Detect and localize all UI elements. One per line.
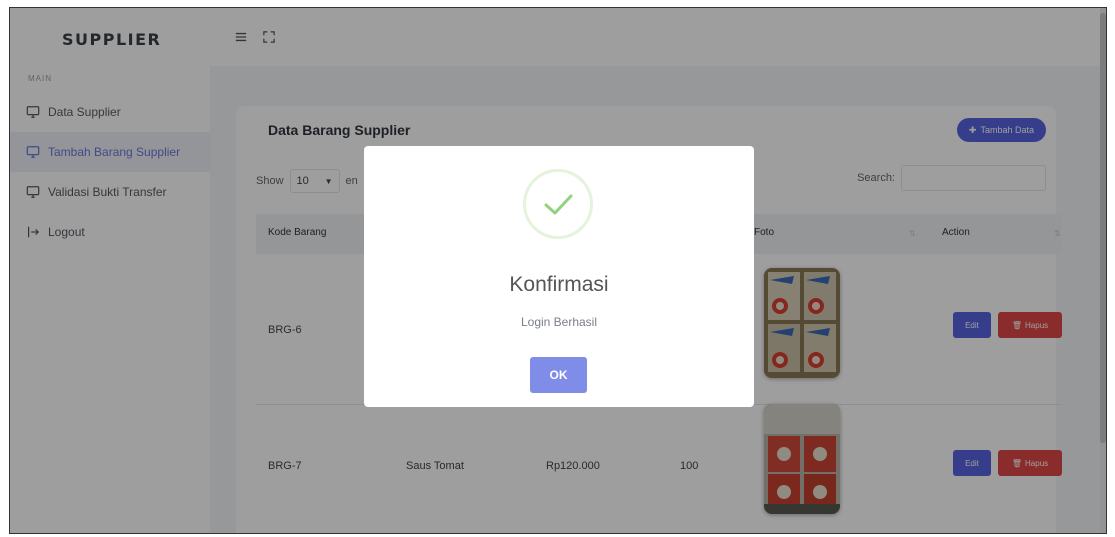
dialog-title: Konfirmasi: [509, 273, 609, 296]
ok-button[interactable]: OK: [530, 357, 587, 393]
dialog-message: Login Berhasil: [520, 315, 598, 329]
check-icon: [523, 169, 593, 239]
confirmation-dialog: Konfirmasi Login Berhasil OK: [364, 146, 754, 407]
app-window: SUPPLIER MAIN Data Supplier Tambah Baran…: [9, 7, 1107, 534]
